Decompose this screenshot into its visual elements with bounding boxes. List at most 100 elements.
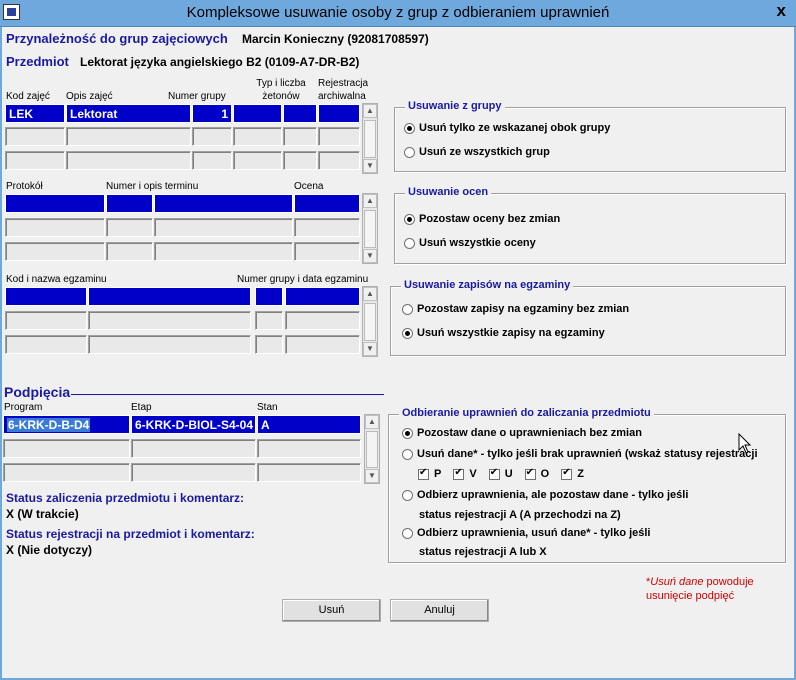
table-cell[interactable] bbox=[5, 242, 105, 261]
table-cell[interactable] bbox=[106, 218, 153, 237]
scroll-up-icon[interactable]: ▲ bbox=[363, 104, 377, 118]
radio-on-icon[interactable] bbox=[404, 213, 415, 225]
scroll-thumb[interactable] bbox=[364, 120, 376, 158]
table-cell[interactable] bbox=[131, 463, 256, 482]
table-cell[interactable] bbox=[3, 439, 130, 458]
protocol-grade-cell[interactable] bbox=[294, 194, 360, 213]
scroll-down-icon[interactable]: ▼ bbox=[363, 342, 377, 356]
protocols-scrollbar[interactable]: ▲ ▼ bbox=[362, 193, 378, 264]
scroll-down-icon[interactable]: ▼ bbox=[363, 249, 377, 263]
scroll-down-icon[interactable]: ▼ bbox=[363, 159, 377, 173]
scroll-thumb[interactable] bbox=[364, 210, 376, 248]
scroll-thumb[interactable] bbox=[364, 303, 376, 341]
table-cell[interactable] bbox=[192, 151, 232, 170]
radio-keep-exam-regs[interactable]: Pozostaw zapisy na egzaminy bez zmian bbox=[402, 303, 629, 315]
exam-name-cell[interactable] bbox=[88, 287, 251, 306]
subdivision-program-cell[interactable]: 6-KRK-D-B-D4 bbox=[3, 415, 130, 434]
checkbox-u[interactable]: U bbox=[488, 467, 513, 480]
radio-delete-data-no-permissions[interactable]: Usuń dane* - tylko jeśli brak uprawnień … bbox=[402, 448, 782, 460]
radio-revoke-delete-data[interactable]: Odbierz uprawnienia, usuń dane* - tylko … bbox=[402, 527, 651, 539]
table-cell[interactable] bbox=[154, 242, 293, 261]
table-cell[interactable] bbox=[5, 311, 87, 330]
table-cell[interactable] bbox=[294, 242, 360, 261]
scroll-up-icon[interactable]: ▲ bbox=[363, 194, 377, 208]
table-cell[interactable] bbox=[5, 218, 105, 237]
protocol-term-desc-cell[interactable] bbox=[154, 194, 293, 213]
table-cell[interactable] bbox=[255, 335, 283, 354]
radio-off-icon[interactable] bbox=[402, 527, 413, 539]
scroll-up-icon[interactable]: ▲ bbox=[365, 415, 379, 429]
groups-cell-rejestracja[interactable] bbox=[318, 104, 360, 123]
table-cell[interactable] bbox=[285, 335, 360, 354]
table-cell[interactable] bbox=[294, 218, 360, 237]
radio-on-icon[interactable] bbox=[402, 327, 413, 339]
table-cell[interactable] bbox=[283, 151, 317, 170]
table-cell[interactable] bbox=[233, 151, 282, 170]
table-cell[interactable] bbox=[192, 127, 232, 146]
scroll-thumb[interactable] bbox=[366, 431, 378, 468]
table-cell[interactable] bbox=[88, 311, 251, 330]
exam-group-cell[interactable] bbox=[255, 287, 283, 306]
groups-cell-kod[interactable]: LEK bbox=[5, 104, 65, 123]
table-cell[interactable] bbox=[318, 151, 360, 170]
scroll-down-icon[interactable]: ▼ bbox=[365, 469, 379, 483]
radio-remove-exam-regs[interactable]: Usuń wszystkie zapisy na egzaminy bbox=[402, 327, 605, 339]
table-cell[interactable] bbox=[257, 439, 361, 458]
groups-cell-zetony[interactable] bbox=[283, 104, 317, 123]
table-cell[interactable] bbox=[66, 127, 191, 146]
groups-scrollbar[interactable]: ▲ ▼ bbox=[362, 103, 378, 174]
checkbox-checked-icon[interactable] bbox=[524, 467, 536, 480]
checkbox-z[interactable]: Z bbox=[561, 467, 584, 480]
checkbox-checked-icon[interactable] bbox=[418, 467, 429, 480]
subdivision-stage-cell[interactable]: 6-KRK-D-BIOL-S4-04 bbox=[131, 415, 256, 434]
radio-off-icon[interactable] bbox=[404, 146, 415, 158]
delete-button[interactable]: Usuń bbox=[282, 599, 381, 622]
table-cell[interactable] bbox=[285, 311, 360, 330]
table-cell[interactable] bbox=[5, 127, 65, 146]
checkbox-checked-icon[interactable] bbox=[561, 467, 573, 480]
radio-off-icon[interactable] bbox=[402, 489, 413, 501]
groups-cell-opis[interactable]: Lektorat bbox=[66, 104, 191, 123]
table-cell[interactable] bbox=[283, 127, 317, 146]
radio-keep-grades[interactable]: Pozostaw oceny bez zmian bbox=[404, 213, 560, 225]
radio-on-icon[interactable] bbox=[402, 427, 413, 439]
table-cell[interactable] bbox=[3, 463, 130, 482]
table-cell[interactable] bbox=[5, 151, 65, 170]
groups-cell-numer[interactable]: 1 bbox=[192, 104, 232, 123]
exam-date-cell[interactable] bbox=[285, 287, 360, 306]
radio-off-icon[interactable] bbox=[402, 448, 413, 460]
radio-off-icon[interactable] bbox=[402, 303, 413, 315]
checkbox-v[interactable]: V bbox=[453, 467, 477, 480]
radio-remove-all-groups[interactable]: Usuń ze wszystkich grup bbox=[404, 146, 550, 158]
scroll-up-icon[interactable]: ▲ bbox=[363, 287, 377, 301]
checkbox-checked-icon[interactable] bbox=[488, 467, 500, 480]
close-button[interactable]: x bbox=[777, 1, 786, 21]
radio-off-icon[interactable] bbox=[404, 237, 415, 249]
exam-code-cell[interactable] bbox=[5, 287, 87, 306]
table-cell[interactable] bbox=[154, 218, 293, 237]
checkbox-p[interactable]: P bbox=[418, 467, 441, 480]
radio-on-icon[interactable] bbox=[404, 122, 415, 134]
radio-revoke-keep-data[interactable]: Odbierz uprawnienia, ale pozostaw dane -… bbox=[402, 489, 688, 501]
table-cell[interactable] bbox=[66, 151, 191, 170]
table-cell[interactable] bbox=[233, 127, 282, 146]
checkbox-o[interactable]: O bbox=[524, 467, 549, 480]
groups-cell-typ[interactable] bbox=[233, 104, 282, 123]
cancel-button[interactable]: Anuluj bbox=[390, 599, 489, 622]
table-cell[interactable] bbox=[131, 439, 256, 458]
table-cell[interactable] bbox=[255, 311, 283, 330]
subdivision-state-cell[interactable]: A bbox=[257, 415, 361, 434]
table-cell[interactable] bbox=[318, 127, 360, 146]
subdivisions-scrollbar[interactable]: ▲ ▼ bbox=[364, 414, 380, 484]
table-cell[interactable] bbox=[106, 242, 153, 261]
checkbox-checked-icon[interactable] bbox=[453, 467, 465, 480]
table-cell[interactable] bbox=[5, 335, 87, 354]
exams-scrollbar[interactable]: ▲ ▼ bbox=[362, 286, 378, 357]
radio-remove-all-grades[interactable]: Usuń wszystkie oceny bbox=[404, 237, 536, 249]
protocol-term-number-cell[interactable] bbox=[106, 194, 153, 213]
table-cell[interactable] bbox=[88, 335, 251, 354]
radio-keep-permission-data[interactable]: Pozostaw dane o uprawnieniach bez zmian bbox=[402, 427, 642, 439]
protocol-cell[interactable] bbox=[5, 194, 105, 213]
radio-remove-selected-group[interactable]: Usuń tylko ze wskazanej obok grupy bbox=[404, 122, 610, 134]
table-cell[interactable] bbox=[257, 463, 361, 482]
